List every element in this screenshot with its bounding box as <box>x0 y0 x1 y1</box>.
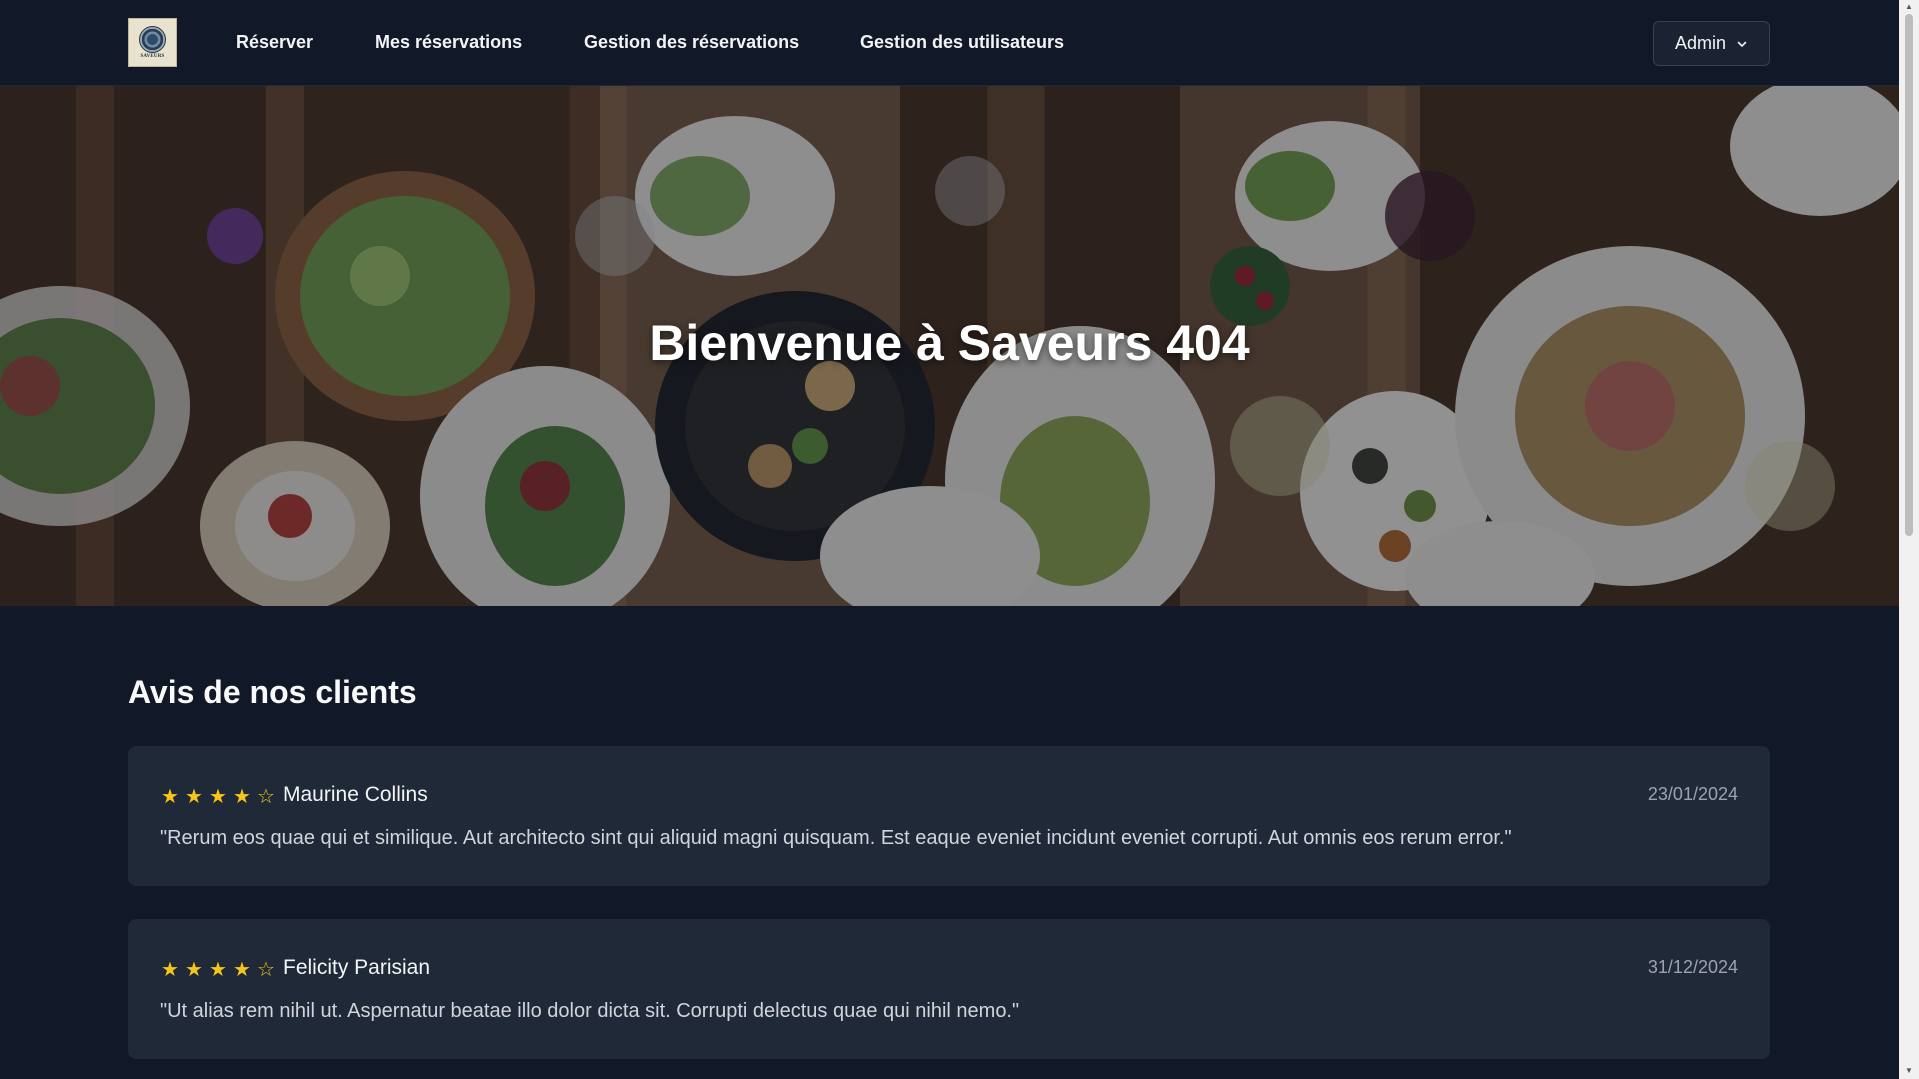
admin-label: Admin <box>1674 33 1727 53</box>
hero-title: Bienvenue à Saveurs 404 <box>649 315 1250 371</box>
nav-link-gestion-utilisateurs[interactable]: Gestion des utilisateurs <box>860 32 1064 53</box>
restaurant-logo-icon <box>139 26 166 53</box>
star-icon: ★ <box>209 959 227 981</box>
review-card: ★ ★ ★ ★ ☆ Maurine Collins 23/01/2024 "Re… <box>128 746 1770 886</box>
review-text: "Ut alias rem nihil ut. Aspernatur beata… <box>160 1000 1020 1022</box>
reviewer-name: Felicity Parisian <box>283 956 431 979</box>
star-icon: ★ <box>233 786 251 808</box>
star-icon: ★ <box>185 786 203 808</box>
reviewer-name: Maurine Collins <box>283 783 428 806</box>
restaurant-logo[interactable]: SAVEURS <box>128 18 177 67</box>
star-empty-icon: ☆ <box>257 959 275 981</box>
star-rating: ★ ★ ★ ★ ☆ <box>160 784 276 809</box>
vertical-scrollbar[interactable]: ▲ ▼ <box>1899 0 1919 1079</box>
star-rating: ★ ★ ★ ★ ☆ <box>160 957 276 982</box>
scroll-up-icon[interactable]: ▲ <box>1904 2 1914 12</box>
navbar: SAVEURS Réserver Mes réservations Gestio… <box>0 0 1899 86</box>
star-icon: ★ <box>209 786 227 808</box>
scrollbar-thumb[interactable] <box>1905 14 1913 536</box>
chevron-down-icon <box>1737 41 1747 47</box>
star-icon: ★ <box>233 959 251 981</box>
nav-link-mes-reservations[interactable]: Mes réservations <box>375 32 522 53</box>
star-icon: ★ <box>161 959 179 981</box>
admin-menu-button[interactable]: Admin <box>1653 21 1770 66</box>
review-text: "Rerum eos quae qui et similique. Aut ar… <box>160 827 1512 849</box>
review-date: 31/12/2024 <box>1647 957 1738 977</box>
hero-banner: Bienvenue à Saveurs 404 <box>0 86 1899 606</box>
logo-text: SAVEURS <box>140 54 165 59</box>
star-empty-icon: ☆ <box>257 786 275 808</box>
reviews-section-title: Avis de nos clients <box>128 674 417 710</box>
nav-link-gestion-reservations[interactable]: Gestion des réservations <box>584 32 799 53</box>
review-date: 23/01/2024 <box>1647 784 1738 804</box>
review-card: ★ ★ ★ ★ ☆ Felicity Parisian 31/12/2024 "… <box>128 919 1770 1059</box>
star-icon: ★ <box>161 786 179 808</box>
scroll-down-icon[interactable]: ▼ <box>1904 1066 1914 1076</box>
star-icon: ★ <box>185 959 203 981</box>
nav-link-reserver[interactable]: Réserver <box>236 32 313 53</box>
